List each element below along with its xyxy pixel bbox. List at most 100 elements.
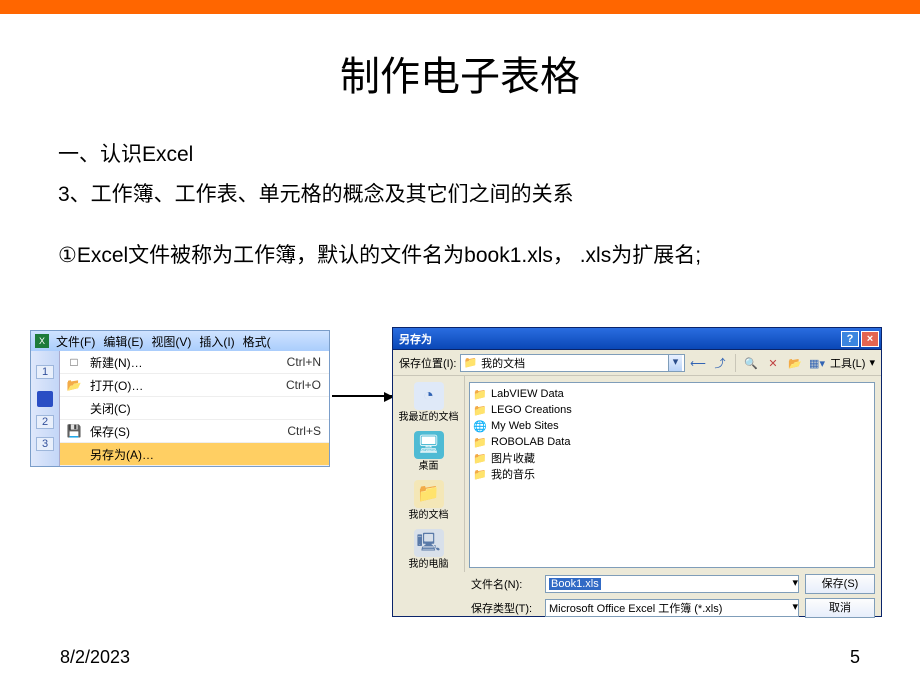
folder-icon: 📁 (473, 436, 487, 449)
menu-item-shortcut: Ctrl+S (287, 424, 321, 438)
menu-item-open[interactable]: 📂 打开(O)… Ctrl+O (60, 374, 329, 397)
slide-title: 制作电子表格 (0, 44, 920, 102)
folder-icon: 📁 (473, 452, 487, 465)
slide-body: 一、认识Excel 3、工作簿、工作表、单元格的概念及其它们之间的关系 ①Exc… (0, 137, 920, 274)
menu-item-shortcut: Ctrl+N (287, 355, 321, 369)
chevron-down-icon[interactable]: ▾ (668, 355, 682, 371)
place-documents[interactable]: 📁 我的文档 (398, 480, 460, 523)
places-bar: ◔ 我最近的文档 🖥 桌面 📁 我的文档 🖳 我的电脑 (393, 376, 465, 572)
tools-chevron-icon[interactable]: ▾ (869, 356, 875, 369)
place-label: 我的电脑 (398, 559, 460, 570)
menubar: X 文件(F) 编辑(E) 视图(V) 插入(I) 格式( (31, 331, 329, 351)
open-icon: 📂 (66, 377, 82, 393)
filename-field[interactable]: Book1.xls ▾ (545, 575, 799, 593)
arrow-icon (332, 395, 392, 397)
menu-edit[interactable]: 编辑(E) (100, 333, 146, 350)
chevron-down-icon[interactable]: ▾ (792, 600, 798, 616)
excel-icon: X (35, 334, 49, 348)
menu-format[interactable]: 格式( (240, 333, 274, 350)
help-button[interactable]: ? (841, 331, 859, 347)
menu-item-close[interactable]: 关闭(C) (60, 397, 329, 420)
computer-icon: 🖳 (414, 529, 444, 557)
list-item[interactable]: 📁 我的音乐 (473, 466, 871, 482)
row-3: 3 (36, 437, 54, 451)
filetype-value: Microsoft Office Excel 工作簿 (*.xls) (549, 600, 722, 616)
recent-icon: ◔ (414, 382, 444, 410)
filename-label: 文件名(N): (471, 576, 539, 592)
dialog-bottom: 文件名(N): Book1.xls ▾ 保存(S) 保存类型(T): Micro… (393, 572, 881, 622)
menu-item-label: 保存(S) (90, 423, 279, 440)
row-1: 1 (36, 365, 54, 379)
save-icon: 💾 (66, 423, 82, 439)
list-item-label: My Web Sites (491, 420, 559, 432)
menu-item-save-as[interactable]: 另存为(A)… (60, 443, 329, 466)
menu-item-new[interactable]: □ 新建(N)… Ctrl+N (60, 351, 329, 374)
close-button[interactable]: × (861, 331, 879, 347)
place-label: 我最近的文档 (398, 412, 460, 423)
accent-bar (0, 0, 920, 14)
place-desktop[interactable]: 🖥 桌面 (398, 431, 460, 474)
place-computer[interactable]: 🖳 我的电脑 (398, 529, 460, 572)
filetype-combo[interactable]: Microsoft Office Excel 工作簿 (*.xls) ▾ (545, 599, 799, 617)
file-menu-list: □ 新建(N)… Ctrl+N 📂 打开(O)… Ctrl+O 关闭(C) 💾 … (59, 351, 329, 466)
subheading-1: 一、认识Excel (58, 137, 862, 173)
place-recent[interactable]: ◔ 我最近的文档 (398, 382, 460, 425)
row-header-strip: 1 2 3 (31, 351, 59, 466)
chevron-down-icon[interactable]: ▾ (792, 576, 798, 592)
tools-menu[interactable]: 工具(L) (830, 355, 865, 371)
save-button[interactable]: 保存(S) (805, 574, 875, 594)
new-folder-icon[interactable]: 📂 (786, 354, 804, 372)
menu-item-save[interactable]: 💾 保存(S) Ctrl+S (60, 420, 329, 443)
footer-page: 5 (850, 647, 860, 668)
views-icon[interactable]: ▦▾ (808, 354, 826, 372)
menu-item-label: 打开(O)… (90, 377, 278, 394)
menu-item-shortcut: Ctrl+O (286, 378, 321, 392)
blank-icon (66, 446, 82, 462)
menu-file[interactable]: 文件(F) (53, 333, 98, 350)
dialog-titlebar: 另存为 ? × (393, 328, 881, 350)
list-item[interactable]: 📁LabVIEW Data (473, 386, 871, 402)
save-location-value: 我的文档 (481, 355, 525, 371)
menu-item-label: 另存为(A)… (90, 446, 313, 463)
list-item-label: ROBOLAB Data (491, 436, 570, 448)
list-item[interactable]: 📁 图片收藏 (473, 450, 871, 466)
filetype-label: 保存类型(T): (471, 600, 539, 616)
blank-icon (66, 400, 82, 416)
search-icon[interactable]: 🔍 (742, 354, 760, 372)
excel-file-menu: X 文件(F) 编辑(E) 视图(V) 插入(I) 格式( 1 2 3 □ 新建… (30, 330, 330, 467)
footer-date: 8/2/2023 (60, 647, 130, 668)
save-location-combo[interactable]: 📁 我的文档 ▾ (460, 354, 685, 372)
list-item-label: 图片收藏 (491, 450, 535, 466)
list-item-label: LEGO Creations (491, 404, 572, 416)
menu-item-label: 新建(N)… (90, 354, 279, 371)
dialog-title: 另存为 (399, 331, 839, 347)
documents-icon: 📁 (414, 480, 444, 508)
dialog-toolbar: 保存位置(I): 📁 我的文档 ▾ ⟵ ⤴ 🔍 ✕ 📂 ▦▾ 工具(L) ▾ (393, 350, 881, 376)
save-icon (37, 391, 53, 407)
list-item[interactable]: 📁 LEGO Creations (473, 402, 871, 418)
list-item[interactable]: 🌐 My Web Sites (473, 418, 871, 434)
delete-icon[interactable]: ✕ (764, 354, 782, 372)
body-line-1: ①Excel文件被称为工作簿，默认的文件名为book1.xls， .xls为扩展… (58, 238, 862, 274)
list-item-label: 我的音乐 (491, 466, 535, 482)
place-label: 桌面 (398, 461, 460, 472)
place-label: 我的文档 (398, 510, 460, 521)
folder-icon: 📁 (473, 404, 487, 417)
menu-insert[interactable]: 插入(I) (196, 333, 237, 350)
cancel-button[interactable]: 取消 (805, 598, 875, 618)
save-location-label: 保存位置(I): (399, 355, 456, 371)
list-item[interactable]: 📁 ROBOLAB Data (473, 434, 871, 450)
desktop-icon: 🖥 (414, 431, 444, 459)
filename-value: Book1.xls (549, 578, 601, 590)
menu-item-label: 关闭(C) (90, 400, 313, 417)
up-icon[interactable]: ⤴ (711, 354, 729, 372)
menu-view[interactable]: 视图(V) (148, 333, 194, 350)
file-listing[interactable]: 📁LabVIEW Data 📁LEGO Creations 🌐My Web Si… (469, 382, 875, 568)
folder-icon: 📁 (473, 468, 487, 481)
list-item-label: LabVIEW Data (491, 388, 564, 400)
web-icon: 🌐 (473, 420, 487, 433)
row-2: 2 (36, 415, 54, 429)
save-as-dialog: 另存为 ? × 保存位置(I): 📁 我的文档 ▾ ⟵ ⤴ 🔍 ✕ 📂 ▦▾ 工… (392, 327, 882, 617)
back-icon[interactable]: ⟵ (689, 354, 707, 372)
folder-icon: 📁 (463, 356, 477, 369)
